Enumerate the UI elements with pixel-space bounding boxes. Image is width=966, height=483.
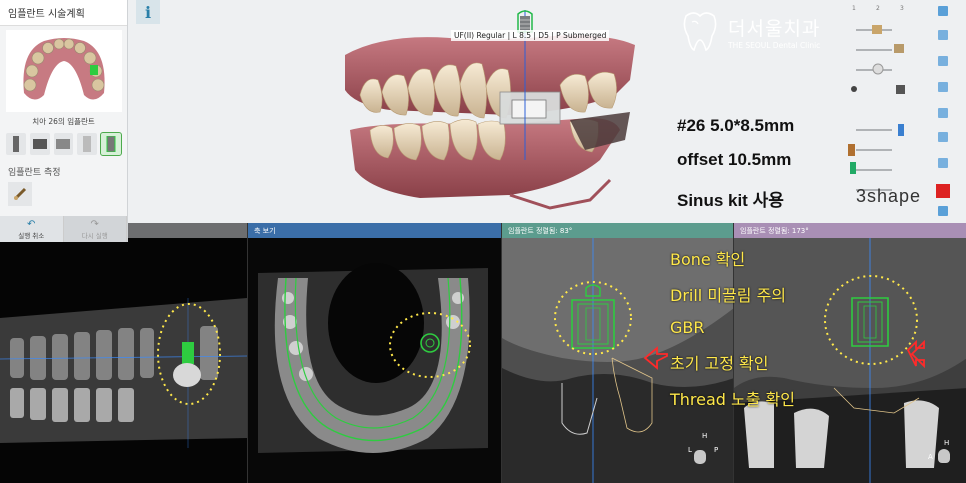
note-drill-slip: Drill 미끌림 주의 (670, 286, 787, 305)
thumbnail-caption: 치아 26의 임플란트 (32, 117, 95, 126)
clinic-subtitle: THE SEOUL Dental Clinic (728, 41, 821, 50)
orient4-label-left: A (928, 453, 933, 461)
planning-side-panel: 임플란트 시술계획 치아 26의 임플란트 임플란트 측정 ↶ 실행 취소 ↷ … (0, 0, 128, 242)
brand-mark-icon (936, 184, 950, 198)
measure-section-label: 임플란트 측정 (8, 168, 61, 178)
clinic-logo: 더서울치과 THE SEOUL Dental Clinic (680, 10, 830, 55)
tooth-logo-icon (683, 12, 717, 52)
implant-tool-3-icon[interactable] (53, 133, 74, 155)
orient3-label-right: P (714, 446, 719, 454)
implant-tool-row (0, 127, 127, 156)
implant-tool-5-icon[interactable] (100, 132, 122, 156)
ct-panel-panoramic[interactable]: P R L A (0, 223, 247, 483)
undo-icon: ↶ (27, 218, 36, 230)
orientation-cube-4[interactable]: H A (928, 439, 962, 475)
undo-label: 실행 취소 (18, 231, 45, 240)
3d-view[interactable]: UF(II) Regular | L 8.5 | D5 | P Submerge… (0, 0, 966, 223)
column-number-1: 1 (852, 5, 856, 12)
orient4-label-top: H (944, 439, 950, 447)
undo-button[interactable]: ↶ 실행 취소 (0, 216, 64, 242)
undo-redo-bar: ↶ 실행 취소 ↷ 다시 실행 (0, 216, 127, 242)
orient3-label-top: H (702, 432, 708, 440)
jaw-thumbnail[interactable] (6, 30, 122, 112)
3shape-brand: 3shape (856, 186, 922, 206)
redo-label: 다시 실행 (81, 231, 108, 240)
info-icon[interactable]: i (136, 0, 160, 24)
implant-tool-4-icon[interactable] (77, 133, 98, 155)
spec-line-size: #26 5.0*8.5mm (677, 116, 795, 135)
ct-panel-2-header: 축 보기 (248, 223, 501, 238)
implant-spec-label: UF(II) Regular | L 8.5 | D5 | P Submerge… (451, 30, 610, 41)
implant-tool-1-icon[interactable] (6, 133, 26, 155)
redo-icon: ↷ (90, 218, 99, 230)
ct-panel-4-header: 임플란트 정렬됨: 173° (734, 223, 966, 238)
implant-planning-window: UF(II) Regular | L 8.5 | D5 | P Submerge… (0, 0, 966, 483)
panel-title: 임플란트 시술계획 (0, 0, 127, 26)
spec-line-offset: offset 10.5mm (677, 150, 792, 169)
head-icon-4 (938, 449, 950, 463)
ct-axial-image[interactable] (248, 238, 501, 483)
upper-jaw-icon (23, 38, 105, 100)
clinic-name: 더서울치과 (728, 18, 821, 40)
note-thread-exposure: Thread 노출 확인 (670, 390, 795, 409)
ct-panoramic-image[interactable] (0, 238, 247, 483)
implant-tool-2-icon[interactable] (29, 133, 50, 155)
column-number-3: 3 (900, 5, 904, 12)
ct-panel-3-header: 임플란트 정렬됨: 83° (502, 223, 733, 238)
ct-panel-axial[interactable]: 축 보기 (247, 223, 501, 483)
note-primary-stability: 초기 고정 확인 (670, 354, 769, 373)
redo-button[interactable]: ↷ 다시 실행 (63, 216, 127, 242)
orient3-label-left: L (688, 446, 692, 454)
note-gbr: GBR (670, 318, 705, 337)
note-bone-check: Bone 확인 (670, 250, 746, 269)
column-number-2: 2 (876, 5, 880, 12)
spec-line-kit: Sinus kit 사용 (677, 191, 784, 210)
orientation-cube-3[interactable]: H L P (688, 428, 722, 464)
measure-ruler-icon[interactable] (8, 182, 32, 206)
